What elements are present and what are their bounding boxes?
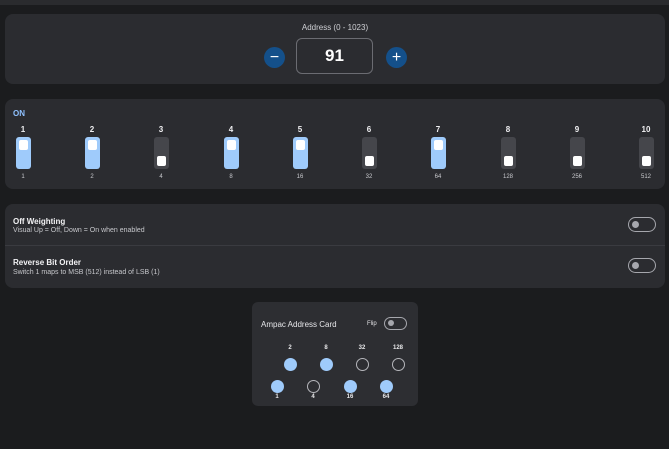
- toggle-knob: [632, 221, 639, 228]
- dip-switch-track[interactable]: [85, 137, 100, 169]
- dip-switch-6[interactable]: 6 32: [354, 99, 384, 189]
- dip-switch-3[interactable]: 34: [146, 99, 176, 189]
- off-weighting-description: Visual Up = Off, Down = On when enabled: [13, 227, 145, 234]
- dip-switch-knob: [365, 156, 374, 166]
- address-panel: Address (0 - 1023) − 91 +: [5, 14, 665, 84]
- minus-icon: −: [269, 48, 280, 66]
- dip-switch-track[interactable]: [431, 137, 446, 169]
- dip-switch-value: 256: [571, 174, 582, 180]
- dip-switch-number: 5: [297, 125, 303, 134]
- toggle-knob: [632, 262, 639, 269]
- card-hole[interactable]: [343, 379, 357, 393]
- off-weighting-row: Off Weighting Visual Up = Off, Down = On…: [5, 204, 665, 246]
- dip-switch-number: 4: [228, 125, 234, 134]
- reverse-bit-order-description: Switch 1 maps to MSB (512) instead of LS…: [13, 269, 160, 276]
- dip-switch-value: 1: [21, 174, 25, 180]
- dip-switch-5[interactable]: 5 16: [285, 99, 315, 189]
- dip-switch-track[interactable]: [362, 137, 377, 169]
- dip-switch-track[interactable]: [501, 137, 516, 169]
- dip-switch-number: 8: [505, 125, 511, 134]
- card-hole-label: 64: [382, 394, 390, 400]
- decrement-button[interactable]: −: [264, 47, 285, 68]
- dip-switch-7[interactable]: 7 64: [423, 99, 453, 189]
- options-panel: Off Weighting Visual Up = Off, Down = On…: [5, 204, 665, 288]
- dip-switch-number: 7: [435, 125, 441, 134]
- dip-switch-track[interactable]: [570, 137, 585, 169]
- increment-button[interactable]: +: [386, 47, 407, 68]
- card-hole-label: 4: [311, 394, 315, 400]
- dip-switch-knob: [157, 156, 166, 166]
- dip-switch-value: 64: [434, 174, 442, 180]
- dip-switch-track[interactable]: [293, 137, 308, 169]
- dip-switch-track[interactable]: [16, 137, 31, 169]
- dip-switch-value: 32: [365, 174, 373, 180]
- address-input[interactable]: 91: [296, 38, 373, 74]
- off-weighting-toggle[interactable]: [628, 217, 656, 232]
- card-hole[interactable]: [283, 357, 297, 371]
- dip-switch-knob: [88, 140, 97, 150]
- dip-switch-1[interactable]: 11: [8, 99, 38, 189]
- dip-switch-knob: [573, 156, 582, 166]
- dip-switch-value: 4: [159, 174, 163, 180]
- flip-toggle[interactable]: [384, 317, 407, 330]
- dip-switch-knob: [227, 140, 236, 150]
- dip-switch-2[interactable]: 22: [77, 99, 107, 189]
- dip-switch-knob: [434, 140, 443, 150]
- reverse-bit-order-row: Reverse Bit Order Switch 1 maps to MSB (…: [5, 246, 665, 287]
- address-label: Address (0 - 1023): [301, 23, 369, 32]
- card-hole-label: 128: [392, 345, 403, 351]
- off-weighting-title: Off Weighting: [13, 217, 66, 226]
- dip-switch-track[interactable]: [224, 137, 239, 169]
- dip-switch-number: 9: [574, 125, 580, 134]
- dip-switch-value: 512: [640, 174, 651, 180]
- card-hole-label: 8: [324, 345, 328, 351]
- dip-switch-knob: [19, 140, 28, 150]
- dip-switch-track[interactable]: [639, 137, 654, 169]
- card-hole[interactable]: [306, 379, 320, 393]
- dip-switch-number: 1: [20, 125, 26, 134]
- dip-switch-track[interactable]: [154, 137, 169, 169]
- plus-icon: +: [391, 48, 402, 66]
- dip-switch-4[interactable]: 48: [216, 99, 246, 189]
- card-title: Ampac Address Card: [261, 320, 337, 329]
- dip-switch-knob: [504, 156, 513, 166]
- card-hole[interactable]: [379, 379, 393, 393]
- dip-switch-9[interactable]: 9 256: [562, 99, 592, 189]
- card-hole[interactable]: [270, 379, 284, 393]
- dip-switch-number: 6: [366, 125, 372, 134]
- dip-switch-value: 16: [296, 174, 304, 180]
- card-hole-label: 2: [288, 345, 292, 351]
- top-edge-bar: [0, 0, 669, 5]
- reverse-bit-order-toggle[interactable]: [628, 258, 656, 273]
- dip-switch-value: 128: [502, 174, 513, 180]
- card-hole-label: 16: [346, 394, 354, 400]
- card-hole[interactable]: [355, 357, 369, 371]
- address-card-panel: Ampac Address Card Flip 2 8 32 128 1 4 16 64: [252, 302, 418, 406]
- dip-switch-number: 3: [158, 125, 164, 134]
- dip-switch-number: 2: [89, 125, 95, 134]
- dip-switch-knob: [296, 140, 305, 150]
- card-hole[interactable]: [391, 357, 405, 371]
- dip-switch-number: 10: [641, 125, 651, 134]
- reverse-bit-order-title: Reverse Bit Order: [13, 258, 82, 267]
- card-hole-label: 1: [275, 394, 279, 400]
- flip-label: Flip: [367, 321, 377, 327]
- card-hole-label: 32: [358, 345, 366, 351]
- dip-switch-value: 8: [229, 174, 233, 180]
- card-hole[interactable]: [319, 357, 333, 371]
- dip-switch-8[interactable]: 8 128: [493, 99, 523, 189]
- dip-switch-value: 2: [90, 174, 94, 180]
- toggle-knob: [388, 320, 394, 326]
- dip-switch-10[interactable]: 10 512: [631, 99, 661, 189]
- dip-switch-panel: ON 1 1 2 2 3 4 4 8 5 16 6 32 7 64 8 128 9 256 10 512: [5, 99, 665, 189]
- dip-switch-knob: [642, 156, 651, 166]
